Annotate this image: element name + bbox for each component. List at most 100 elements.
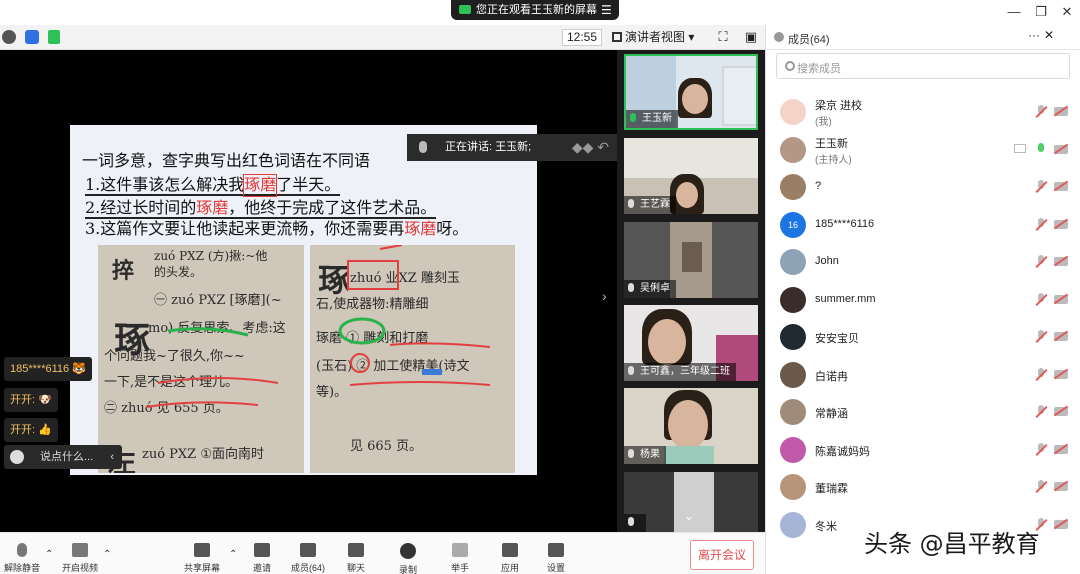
member-row[interactable]: 董瑞霖 <box>766 468 1080 505</box>
scroll-down-icon[interactable]: ⌄ <box>677 510 701 522</box>
member-row[interactable]: 常静涵 <box>766 393 1080 430</box>
start-video-button[interactable]: 开启视频 <box>58 537 102 573</box>
camera-off-icon[interactable] <box>1054 107 1068 116</box>
video-tile[interactable]: 王艺霖 <box>624 138 758 214</box>
mic-muted-icon[interactable] <box>1035 217 1047 231</box>
expand-strip-icon[interactable]: › <box>602 288 607 304</box>
video-tile[interactable]: 王玉新 <box>624 54 758 130</box>
share-banner[interactable]: 您正在观看王玉新的屏幕 ☰ <box>451 0 619 20</box>
view-mode-dropdown[interactable]: 演讲者视图 ▾ <box>612 29 704 46</box>
camera-off-icon[interactable] <box>1054 332 1068 341</box>
share-banner-text: 您正在观看王玉新的屏幕 <box>476 4 597 16</box>
audio-options-chevron-icon[interactable]: ⌃ <box>45 549 53 560</box>
record-icon <box>400 543 416 559</box>
member-row[interactable]: 白诺冉 <box>766 356 1080 393</box>
signal-icon[interactable] <box>48 30 60 44</box>
member-row[interactable]: ? <box>766 168 1080 205</box>
video-tile[interactable]: 吴俐卓 <box>624 222 758 298</box>
record-button[interactable]: 录制 <box>386 537 430 574</box>
share-screen-button[interactable]: 共享屏幕 <box>180 537 224 573</box>
avatar <box>780 399 806 425</box>
camera-icon <box>459 5 471 14</box>
shield-icon[interactable] <box>25 30 39 44</box>
hand-icon <box>452 543 468 557</box>
active-speaker-label: 正在讲话: 王玉新; <box>445 141 532 153</box>
chevron-down-icon: ▾ <box>688 30 695 44</box>
mic-muted-icon[interactable] <box>1035 255 1047 268</box>
panel-header: 成员(64) ··· ✕ <box>766 25 1080 50</box>
info-icon[interactable] <box>2 30 16 44</box>
settings-button[interactable]: 设置 <box>534 537 578 573</box>
screen-share-icon <box>1014 143 1026 153</box>
video-tile[interactable]: 王可鑫，三年级二班 <box>624 305 758 381</box>
control-label: 聊天 <box>346 563 365 573</box>
title-bar: 您正在观看王玉新的屏幕 ☰ — ❐ ✕ <box>0 0 1080 25</box>
chat-message: 185****6116 🐯 <box>4 357 92 381</box>
members-button[interactable]: 成员(64) <box>286 537 330 573</box>
avatar <box>780 136 806 163</box>
member-row[interactable]: summer.mm <box>766 281 1080 318</box>
smile-icon[interactable] <box>10 450 24 464</box>
member-name: 王玉新 <box>815 137 848 150</box>
mic-muted-icon[interactable] <box>1035 405 1047 418</box>
member-row[interactable]: 梁京 进校 (我) <box>766 93 1080 130</box>
video-options-chevron-icon[interactable]: ⌃ <box>103 549 111 560</box>
slide-line-3: 3.这篇作文要让他读起来更流畅，你还需要再琢磨呀。 <box>85 219 469 238</box>
collapse-chat-icon[interactable]: ‹ <box>110 445 114 469</box>
video-tile[interactable]: 杨果 <box>624 388 758 464</box>
member-row[interactable]: 王玉新 (主持人) <box>766 131 1080 168</box>
avatar <box>780 511 806 538</box>
mic-icon[interactable] <box>1035 142 1047 156</box>
unmute-button[interactable]: 解除静音 <box>0 537 44 573</box>
minimize-button[interactable]: — <box>1004 3 1024 21</box>
mic-muted-icon[interactable] <box>1035 367 1047 381</box>
close-panel-icon[interactable]: ✕ <box>1044 28 1054 42</box>
video-tile[interactable] <box>624 472 758 532</box>
camera-off-icon[interactable] <box>1054 482 1068 491</box>
camera-off-icon[interactable] <box>1054 144 1068 154</box>
member-name: 梁京 进校 <box>815 100 863 112</box>
control-label: 解除静音 <box>3 563 40 573</box>
member-name: summer.mm <box>815 292 876 305</box>
restore-button[interactable]: ❐ <box>1031 3 1051 21</box>
camera-off-icon[interactable] <box>1054 444 1068 454</box>
mic-muted-icon[interactable] <box>1035 480 1047 493</box>
camera-off-icon[interactable] <box>1054 182 1068 191</box>
member-row[interactable]: 陈嘉诚妈妈 <box>766 431 1080 468</box>
avatar <box>780 324 806 350</box>
mic-muted-icon[interactable] <box>1035 330 1047 343</box>
mic-muted-icon[interactable] <box>1035 105 1047 118</box>
member-row[interactable]: 16 185****6116 <box>766 206 1080 243</box>
mic-muted-icon <box>17 543 27 557</box>
close-button[interactable]: ✕ <box>1057 3 1077 21</box>
camera-off-icon[interactable] <box>1054 369 1068 379</box>
member-row[interactable]: John <box>766 243 1080 280</box>
share-options-chevron-icon[interactable]: ⌃ <box>229 549 237 560</box>
mic-muted-icon[interactable] <box>1035 442 1047 456</box>
tile-name: 王玉新 <box>626 110 678 128</box>
camera-off-icon[interactable] <box>1054 219 1068 229</box>
chat-button[interactable]: 聊天 <box>334 537 378 573</box>
chat-message: 开开: 🐶 <box>4 388 58 412</box>
avatar <box>780 99 806 125</box>
mic-muted-icon[interactable] <box>1035 180 1047 193</box>
member-row[interactable]: 安安宝贝 <box>766 318 1080 355</box>
annotation-controls[interactable]: ◆◆ ↶ <box>572 134 609 161</box>
leave-meeting-button[interactable]: 离开会议 <box>690 540 754 570</box>
raise-hand-button[interactable]: 举手 <box>438 537 482 573</box>
camera-off-icon[interactable] <box>1054 519 1068 529</box>
member-search-input[interactable]: 搜索成员 <box>776 53 1070 79</box>
camera-off-icon[interactable] <box>1054 294 1068 304</box>
camera-off-icon[interactable] <box>1054 257 1068 266</box>
chat-input[interactable]: 说点什么... ‹ <box>4 445 122 469</box>
fullscreen-icon[interactable]: ⛶ <box>715 29 731 45</box>
invite-button[interactable]: 邀请 <box>240 537 284 573</box>
view-mode-label: 演讲者视图 <box>625 30 686 44</box>
camera-off-icon[interactable] <box>1054 407 1068 416</box>
more-icon[interactable]: ··· <box>1028 28 1040 42</box>
mic-muted-icon[interactable] <box>1035 292 1047 306</box>
menu-icon[interactable]: ☰ <box>601 0 612 20</box>
gear-icon <box>548 543 564 557</box>
layout-icon[interactable]: ▣ <box>743 29 759 45</box>
apps-button[interactable]: 应用 <box>488 537 532 573</box>
